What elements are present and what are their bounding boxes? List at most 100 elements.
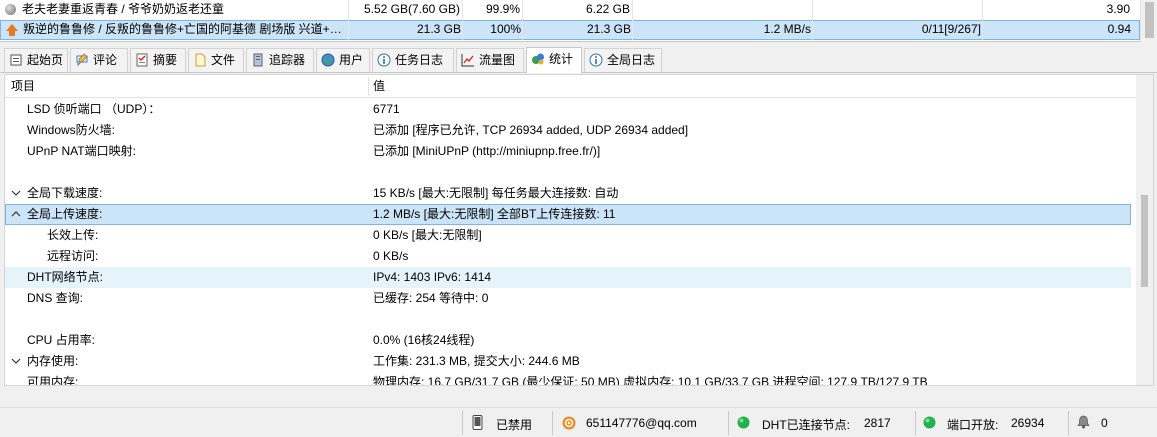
column-divider xyxy=(982,0,983,40)
stat-row[interactable]: 长效上传: 0 KB/s [最大:无限制] xyxy=(5,225,1131,246)
chevron-down-icon[interactable] xyxy=(11,183,21,204)
stat-key: CPU 占用率: xyxy=(27,333,96,347)
stat-key: 长效上传: xyxy=(47,228,99,242)
tab-label: 用户 xyxy=(339,53,364,67)
tab-label: 起始页 xyxy=(27,53,64,67)
torrent-peers: 0/11[9/267] xyxy=(921,22,981,36)
tab-files[interactable]: 文件 xyxy=(188,48,244,72)
tab-task-log[interactable]: 任务日志 xyxy=(372,48,454,72)
column-divider xyxy=(632,0,633,40)
scrollbar-thumb[interactable] xyxy=(1145,2,1154,38)
stat-value: 0 KB/s [最大:无限制] xyxy=(373,228,482,242)
torrent-selected-size: 6.22 GB xyxy=(585,2,630,16)
seeding-up-arrow-icon xyxy=(6,24,18,36)
tab-peers[interactable]: 用户 xyxy=(316,48,370,72)
status-divider xyxy=(552,411,553,435)
stat-value: IPv4: 1403 IPv6: 1414 xyxy=(373,270,492,284)
stat-row[interactable]: 全局下载速度: 15 KB/s [最大:无限制] 每任务最大连接数: 自动 xyxy=(5,183,1131,204)
tab-label: 评论 xyxy=(93,53,118,67)
server-icon xyxy=(253,53,263,67)
torrent-size: 5.52 GB(7.60 GB) xyxy=(363,2,460,16)
torrent-list[interactable]: 老夫老妻重返青春 / 爷爷奶奶返老还童 5.52 GB(7.60 GB) 99.… xyxy=(0,0,1157,42)
torrent-list-scrollbar[interactable] xyxy=(1140,0,1157,42)
tab-label: 文件 xyxy=(211,53,236,67)
torrent-progress: 99.9% xyxy=(485,2,520,16)
globe-icon xyxy=(321,53,335,67)
tab-label: 统计 xyxy=(549,52,574,66)
column-divider xyxy=(348,0,349,40)
stat-row-selected[interactable]: 全局上传速度: 1.2 MB/s [最大:无限制] 全部BT上传连接数: 11 xyxy=(5,204,1131,225)
stat-row[interactable]: CPU 占用率: 0.0% (16核24线程) xyxy=(5,330,1131,351)
stat-row[interactable]: 内存使用: 工作集: 231.3 MB, 提交大小: 244.6 MB xyxy=(5,351,1131,372)
torrent-size: 21.3 GB xyxy=(416,22,461,36)
status-bar: 已禁用 651147776@qq.com DHT已连接节点: 2817 端口开放… xyxy=(0,407,1157,437)
column-header-value[interactable]: 值 xyxy=(373,75,385,98)
port-status-green-dot-icon xyxy=(923,416,936,429)
info-icon xyxy=(589,53,603,67)
tab-statistics[interactable]: 统计 xyxy=(526,47,582,73)
column-divider xyxy=(462,0,463,40)
chart-icon xyxy=(461,54,474,67)
bell-icon[interactable] xyxy=(1077,415,1090,429)
tab-comments[interactable]: 评论 xyxy=(70,48,128,72)
phone-icon xyxy=(472,415,483,430)
stat-value: 0.0% (16核24线程) xyxy=(373,333,475,347)
scrollbar-thumb[interactable] xyxy=(1141,195,1148,287)
statistics-scrollbar[interactable] xyxy=(1136,75,1153,385)
stat-key: 可用内存: xyxy=(27,375,79,386)
stat-key: Windows防火墙: xyxy=(27,123,116,137)
tab-traffic-graph[interactable]: 流量图 xyxy=(456,48,524,72)
stat-value: 6771 xyxy=(373,102,400,116)
stat-key: 远程访问: xyxy=(47,249,99,263)
torrent-speed: 1.2 MB/s xyxy=(763,22,811,36)
tab-global-log[interactable]: 全局日志 xyxy=(584,48,662,72)
alert-count[interactable]: 0 xyxy=(1101,416,1108,430)
torrent-name: 老夫老妻重返青春 / 爷爷奶奶返老还童 xyxy=(22,2,225,16)
stat-key: LSD 侦听端口 （UDP）： xyxy=(27,102,161,116)
statistics-table[interactable]: 项目 值 LSD 侦听端口 （UDP）： 6771 Windows防火墙: 已添… xyxy=(4,74,1154,386)
tab-summary[interactable]: 摘要 xyxy=(130,48,186,72)
tab-label: 追踪器 xyxy=(269,53,306,67)
stat-key: 内存使用: xyxy=(27,354,79,368)
port-label: 端口开放: xyxy=(947,418,999,432)
stat-row[interactable]: UPnP NAT端口映射: 已添加 [MiniUPnP (http://mini… xyxy=(5,141,1131,162)
stats-icon xyxy=(532,53,544,65)
stat-row[interactable]: DHT网络节点: IPv4: 1403 IPv6: 1414 xyxy=(5,267,1131,288)
stat-value: 已添加 [MiniUPnP (http://miniupnp.free.fr/)… xyxy=(373,144,601,158)
status-divider xyxy=(728,411,729,435)
tab-trackers[interactable]: 追踪器 xyxy=(246,48,314,72)
stat-key: 全局上传速度: xyxy=(27,207,103,221)
torrent-row[interactable]: 老夫老妻重返青春 / 爷爷奶奶返老还童 5.52 GB(7.60 GB) 99.… xyxy=(0,0,1140,20)
chevron-up-icon[interactable] xyxy=(11,204,21,225)
stat-row[interactable]: 远程访问: 0 KB/s xyxy=(5,246,1131,267)
port-value: 26934 xyxy=(1011,416,1045,430)
stat-key: 全局下载速度: xyxy=(27,186,103,200)
stat-row[interactable]: Windows防火墙: 已添加 [程序已允许, TCP 26934 added,… xyxy=(5,120,1131,141)
dht-value: 2817 xyxy=(864,416,891,430)
torrent-progress: 100% xyxy=(490,22,521,36)
stat-row[interactable]: LSD 侦听端口 （UDP）： 6771 xyxy=(5,99,1131,120)
torrent-name: 叛逆的鲁鲁修 / 反叛的鲁鲁修+亡国的阿基德 剧场版 兴道+… xyxy=(23,22,342,36)
statistics-header: 项目 值 xyxy=(5,75,1138,98)
account-email[interactable]: 651147776@qq.com xyxy=(586,416,697,430)
torrent-row-selected[interactable]: 叛逆的鲁鲁修 / 反叛的鲁鲁修+亡国的阿基德 剧场版 兴道+… 21.3 GB … xyxy=(0,20,1140,40)
stat-key: DHT网络节点: xyxy=(27,270,103,284)
file-icon xyxy=(195,53,206,67)
dht-label: DHT已连接节点: xyxy=(762,418,850,432)
checklist-icon xyxy=(136,53,148,67)
stat-value: 工作集: 231.3 MB, 提交大小: 244.6 MB xyxy=(373,354,580,368)
status-divider xyxy=(915,411,916,435)
stat-value: 已缓存: 254 等待中: 0 xyxy=(373,291,489,305)
column-header-item[interactable]: 项目 xyxy=(11,75,35,98)
remote-status-text[interactable]: 已禁用 xyxy=(496,416,532,433)
chevron-down-icon[interactable] xyxy=(11,351,21,372)
account-icon xyxy=(562,416,576,430)
tab-label: 流量图 xyxy=(479,53,516,67)
stat-row[interactable]: DNS 查询: 已缓存: 254 等待中: 0 xyxy=(5,288,1131,309)
stat-row[interactable]: 可用内存: 物理内存: 16.7 GB/31.7 GB (最少保证: 50 MB… xyxy=(5,372,1131,386)
tab-home[interactable]: 起始页 xyxy=(4,48,68,72)
tab-label: 摘要 xyxy=(153,53,178,67)
stat-row-blank xyxy=(5,162,1131,183)
comment-icon xyxy=(76,53,88,67)
torrent-ratio: 0.94 xyxy=(1107,22,1131,36)
